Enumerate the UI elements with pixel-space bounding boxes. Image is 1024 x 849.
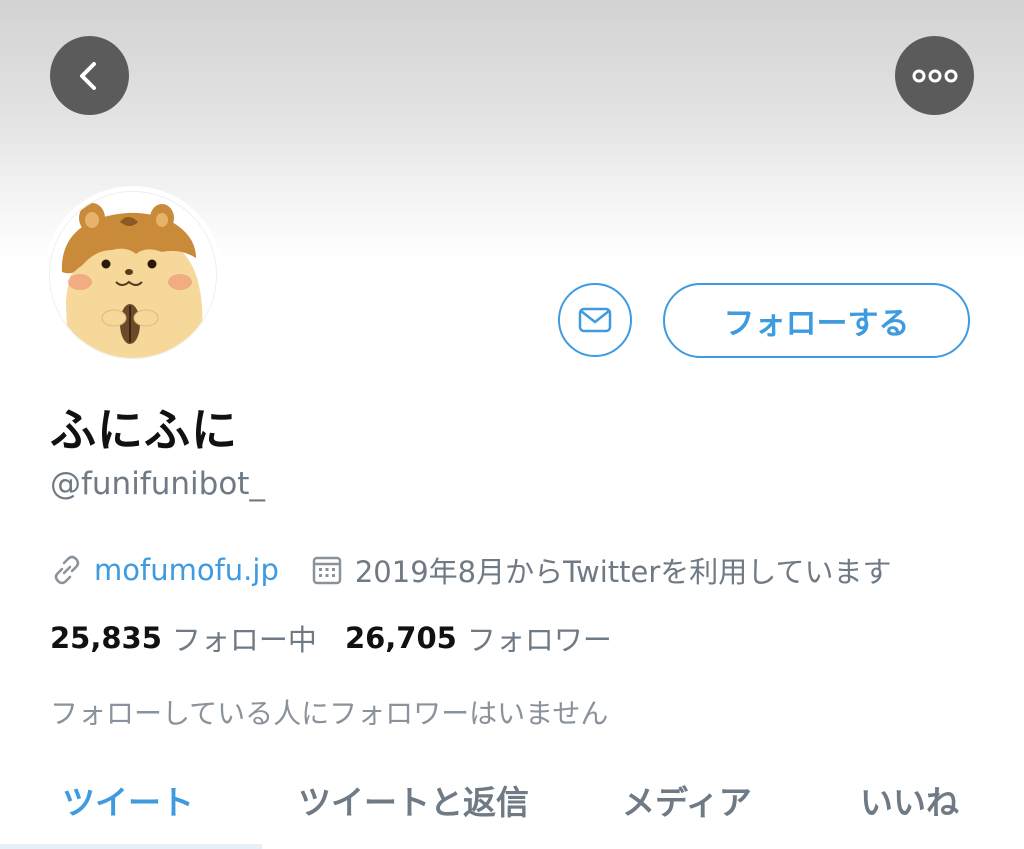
tab-likes[interactable]: いいね [860, 770, 959, 830]
website-link[interactable]: mofumofu.jp [94, 553, 279, 587]
chevron-left-icon [79, 61, 96, 90]
following-label[interactable]: フォロー中 [172, 617, 317, 659]
active-tab-indicator [0, 844, 262, 849]
more-dots-icon [912, 69, 957, 82]
hamster-illustration [50, 192, 216, 358]
display-name: ふにふに [50, 403, 238, 457]
link-icon [54, 555, 80, 585]
followers-label[interactable]: フォロワー [467, 617, 612, 659]
more-options-button[interactable] [895, 36, 974, 115]
follow-stats: 25,835 フォロー中 26,705 フォロワー [50, 618, 612, 658]
tab-media[interactable]: メディア [622, 770, 752, 830]
user-handle: @funifunibot_ [50, 466, 265, 502]
avatar-image [49, 191, 217, 359]
message-button[interactable] [558, 283, 632, 357]
profile-tabs: ツイート ツイートと返信 メディア いいね [0, 770, 1024, 830]
avatar[interactable] [44, 186, 222, 364]
back-button[interactable] [50, 36, 129, 115]
following-count[interactable]: 25,835 [50, 621, 162, 655]
mutual-followers-note: フォローしている人にフォロワーはいません [50, 697, 609, 730]
followers-count[interactable]: 26,705 [345, 621, 457, 655]
calendar-icon [312, 556, 342, 585]
tab-tweets-and-replies[interactable]: ツイートと返信 [298, 770, 529, 830]
profile-page: フォローする ふにふに @funifunibot_ mofumofu.jp 20… [0, 0, 1024, 849]
joined-date: 2019年8月からTwitterを利用しています [354, 555, 892, 589]
profile-meta: mofumofu.jp 2019年8月からTwitterを利用しています [50, 550, 891, 590]
envelope-icon [578, 307, 612, 333]
tab-tweets[interactable]: ツイート [62, 770, 194, 830]
follow-button[interactable]: フォローする [663, 283, 970, 358]
